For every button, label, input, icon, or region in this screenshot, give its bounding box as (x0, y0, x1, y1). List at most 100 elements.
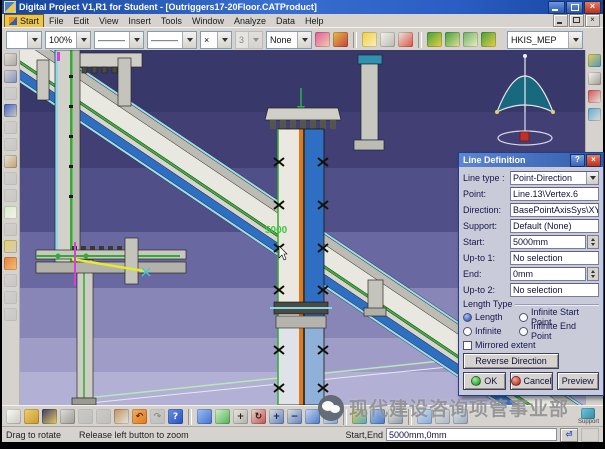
pan-icon[interactable]: + (233, 409, 248, 424)
measure-icon[interactable] (4, 104, 17, 117)
start-field[interactable]: 5000mm (510, 235, 586, 249)
combo-arrow-icon[interactable] (586, 172, 598, 184)
notebook-icon[interactable] (4, 206, 17, 219)
coins-icon[interactable] (4, 240, 17, 253)
menu-item-window[interactable]: Window (187, 15, 229, 27)
save-in-catalog-icon[interactable] (463, 32, 478, 47)
reverse-direction-button[interactable]: Reverse Direction (463, 353, 559, 369)
sweep-tool-icon[interactable] (4, 189, 17, 202)
split-tool-icon[interactable] (4, 291, 17, 304)
dialog-close-button[interactable]: × (586, 154, 601, 167)
new-document-icon[interactable] (6, 409, 21, 424)
shaded-view-icon[interactable] (370, 409, 385, 424)
start-spinner[interactable] (587, 235, 599, 249)
minimize-button[interactable] (548, 1, 565, 14)
iso-cube-icon[interactable] (352, 409, 367, 424)
restore-button[interactable] (566, 1, 583, 14)
normal-view-icon[interactable] (305, 409, 320, 424)
dialog-help-button[interactable]: ? (570, 154, 585, 167)
paintbrush-icon[interactable] (315, 32, 330, 47)
prompt-extra-button[interactable] (581, 428, 599, 442)
panel-tool-icon[interactable] (4, 121, 17, 134)
point-symbol-combo[interactable]: × (200, 31, 232, 49)
line-weight-combo[interactable]: ——— (147, 31, 197, 49)
copy-icon[interactable] (96, 409, 111, 424)
swap-visible-space-icon[interactable] (435, 409, 450, 424)
prompt-commit-button[interactable]: ⏎ (560, 428, 578, 442)
cut-icon[interactable] (78, 409, 93, 424)
loft-tool-icon[interactable] (4, 223, 17, 236)
line-type-combo[interactable]: ——— (94, 31, 144, 49)
upto2-field[interactable]: No selection (510, 283, 599, 297)
sheet-delete-icon[interactable] (398, 32, 413, 47)
support-field[interactable]: Default (None) (510, 219, 599, 233)
end-field[interactable]: 0mm (510, 267, 586, 281)
mdi-close-button[interactable]: × (585, 14, 600, 27)
end-spinner[interactable] (587, 267, 599, 281)
fit-all-in-icon[interactable] (215, 409, 230, 424)
menu-item-file[interactable]: File (44, 15, 69, 27)
undo-icon[interactable]: ↶ (132, 409, 147, 424)
opacity-combo[interactable]: 100% (45, 31, 91, 49)
menu-item-tools[interactable]: Tools (156, 15, 187, 27)
zoom-in-icon[interactable]: + (269, 409, 284, 424)
render-style-combo[interactable]: None (266, 31, 312, 49)
menu-item-help[interactable]: Help (300, 15, 329, 27)
graphic-color-combo[interactable] (6, 31, 42, 49)
catalog-browser-icon[interactable] (481, 32, 496, 47)
direction-field[interactable]: BasePointAxisSys\XY Plan (510, 203, 599, 217)
pen-tool-icon[interactable] (333, 32, 348, 47)
line-type-combo[interactable]: Point-Direction (510, 171, 599, 185)
save-icon[interactable] (42, 409, 57, 424)
paste-icon[interactable] (114, 409, 129, 424)
trim-tool-icon[interactable] (4, 308, 17, 321)
instantiate-from-selection-icon[interactable] (445, 32, 460, 47)
menu-item-insert[interactable]: Insert (123, 15, 156, 27)
instantiate-from-document-icon[interactable] (427, 32, 442, 47)
length-radio[interactable] (463, 313, 472, 322)
menu-item-start[interactable]: Start (4, 14, 44, 28)
pointer-icon[interactable] (588, 72, 601, 85)
apply-material-icon[interactable] (4, 70, 17, 83)
mirrored-extent-checkbox[interactable] (463, 341, 472, 350)
rotate-icon[interactable]: ↻ (251, 409, 266, 424)
eraser-icon[interactable] (4, 155, 17, 168)
sketcher-icon[interactable] (588, 90, 601, 103)
menu-item-view[interactable]: View (94, 15, 123, 27)
mdi-minimize-button[interactable] (553, 14, 568, 27)
close-button[interactable]: × (584, 1, 601, 14)
fly-mode-icon[interactable] (197, 409, 212, 424)
zoom-out-icon[interactable]: − (287, 409, 302, 424)
infinite-start-radio[interactable] (519, 313, 528, 322)
upto1-field[interactable]: No selection (510, 251, 599, 265)
new-catalog-icon[interactable] (362, 32, 377, 47)
infinite-end-radio[interactable] (519, 327, 528, 336)
frame-tool-icon[interactable] (4, 87, 17, 100)
open-folder-icon[interactable] (24, 409, 39, 424)
point-field[interactable]: Line.13\Vertex.6 (510, 187, 599, 201)
grid-icon[interactable] (453, 409, 468, 424)
plane-tool-icon[interactable] (4, 138, 17, 151)
menu-item-data[interactable]: Data (271, 15, 300, 27)
wireframe-workbench-icon[interactable] (588, 108, 601, 121)
sheet-icon[interactable] (380, 32, 395, 47)
prompt-input[interactable]: 5000mm,0mm (386, 428, 557, 441)
redo-icon[interactable]: ↷ (150, 409, 165, 424)
explode-icon[interactable] (4, 257, 17, 270)
cancel-button[interactable]: Cancel (510, 372, 553, 390)
multi-view-icon[interactable] (323, 409, 338, 424)
menu-item-edit[interactable]: Edit (69, 15, 95, 27)
shape-tool-icon[interactable] (4, 274, 17, 287)
menu-item-analyze[interactable]: Analyze (229, 15, 271, 27)
user-support-button[interactable]: Support (578, 408, 599, 425)
preview-button[interactable]: Preview (557, 372, 600, 390)
dialog-title-bar[interactable]: Line Definition ? × (459, 153, 603, 167)
copy-sheets-icon[interactable] (4, 53, 17, 66)
iso-view-icon[interactable] (588, 54, 601, 67)
infinite-radio[interactable] (463, 327, 472, 336)
hide-show-icon[interactable] (417, 409, 432, 424)
workbench-combo[interactable]: HKIS_MEP (507, 31, 583, 49)
print-icon[interactable] (60, 409, 75, 424)
ok-button[interactable]: OK (463, 372, 506, 390)
surface-tool-icon[interactable] (4, 172, 17, 185)
